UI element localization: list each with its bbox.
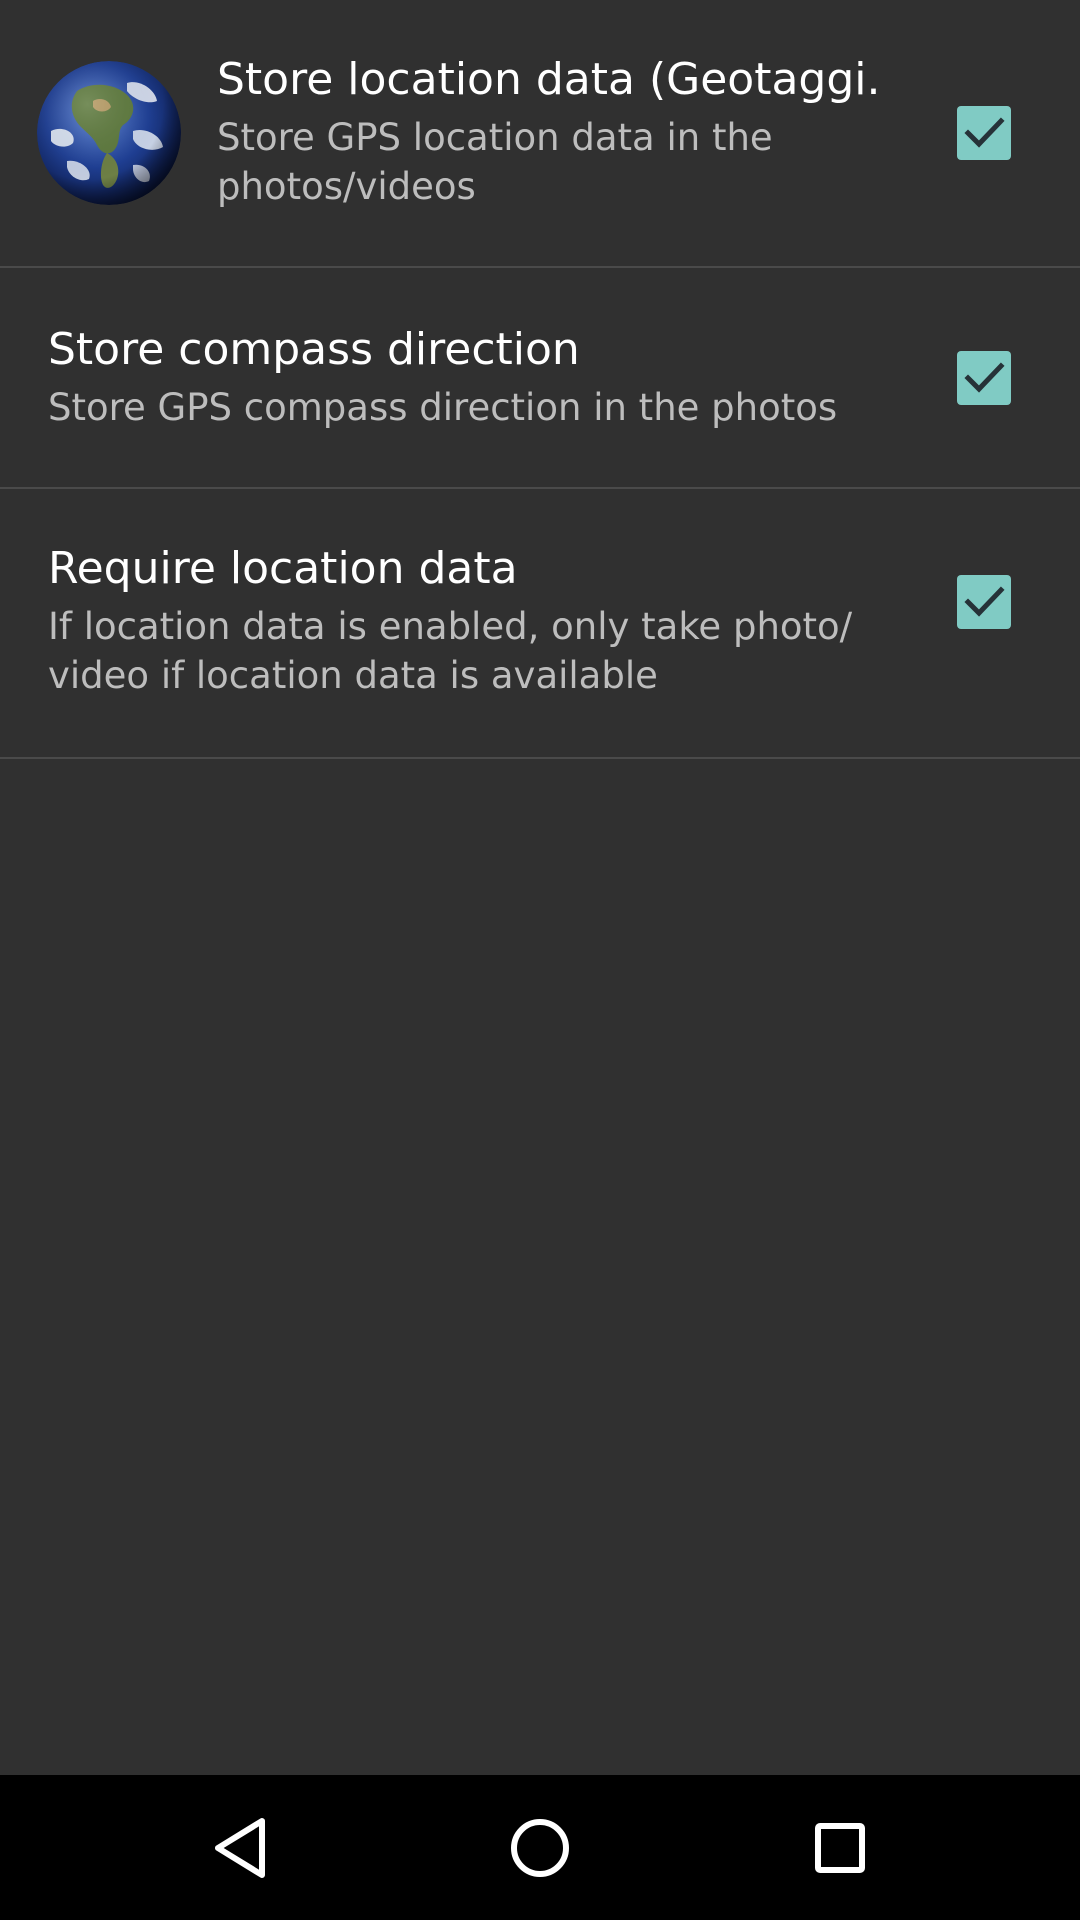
check-icon: [964, 362, 1005, 393]
checkbox-store-location[interactable]: [957, 106, 1011, 160]
pref-text: Store location data (Geotaggi.. Store GP…: [217, 52, 877, 211]
recents-button[interactable]: [785, 1793, 895, 1903]
globe-icon: [37, 61, 181, 205]
back-button[interactable]: [186, 1793, 296, 1903]
pref-title: Store compass direction: [48, 324, 580, 375]
pref-summary: Store GPS location data in the photos/vi…: [217, 116, 773, 208]
pref-summary: If location data is enabled, only take p…: [48, 605, 853, 697]
checkbox-store-compass[interactable]: [957, 351, 1011, 405]
checkbox-require-location[interactable]: [957, 575, 1011, 629]
pref-text: Require location data If location data i…: [48, 541, 868, 700]
preference-list: Store location data (Geotaggi.. Store GP…: [0, 0, 1080, 759]
pref-store-location-data[interactable]: Store location data (Geotaggi.. Store GP…: [0, 0, 1080, 268]
settings-screen: Store location data (Geotaggi.. Store GP…: [0, 0, 1080, 1920]
home-circle-icon: [511, 1819, 569, 1877]
pref-summary: Store GPS compass direction in the photo…: [48, 386, 838, 429]
pref-text: Store compass direction Store GPS compas…: [48, 322, 868, 432]
check-icon: [964, 117, 1005, 148]
check-icon: [964, 586, 1005, 617]
pref-require-location-data[interactable]: Require location data If location data i…: [0, 489, 1080, 759]
recents-square-icon: [815, 1823, 865, 1873]
pref-store-compass-direction[interactable]: Store compass direction Store GPS compas…: [0, 268, 1080, 489]
navigation-bar: [0, 1775, 1080, 1920]
pref-title: Store location data (Geotaggi..: [217, 54, 877, 105]
home-button[interactable]: [485, 1793, 595, 1903]
back-triangle-icon: [215, 1818, 265, 1878]
pref-title: Require location data: [48, 543, 518, 594]
